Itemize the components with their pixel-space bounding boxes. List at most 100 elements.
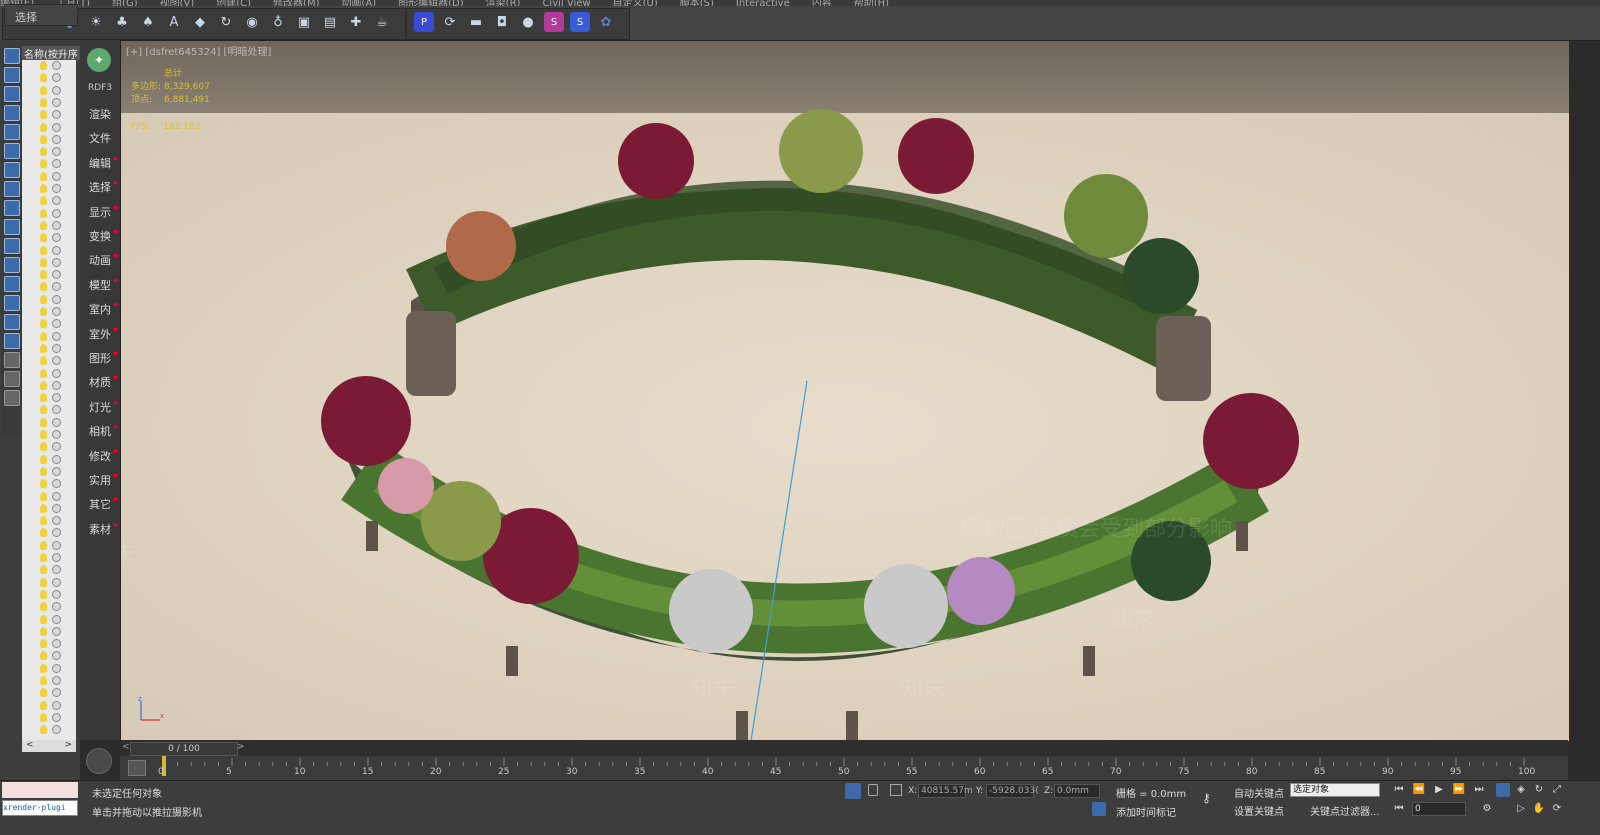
explorer-filter-icon[interactable] — [4, 295, 20, 311]
freeze-toggle-icon[interactable] — [52, 651, 61, 661]
explorer-filter-icon[interactable] — [4, 314, 20, 330]
list-item[interactable] — [22, 109, 76, 121]
explorer-filter-icon[interactable] — [4, 124, 20, 140]
rotate-icon[interactable]: ↻ — [216, 12, 236, 32]
visibility-bulb-icon[interactable] — [40, 528, 47, 538]
freeze-toggle-icon[interactable] — [52, 516, 61, 526]
visibility-bulb-icon[interactable] — [40, 491, 47, 501]
visibility-bulb-icon[interactable] — [40, 725, 47, 735]
plugin-menu-item[interactable]: 相机 — [80, 423, 120, 439]
visibility-bulb-icon[interactable] — [40, 356, 47, 366]
list-item[interactable] — [22, 675, 76, 687]
plugin-menu-item[interactable]: 图形 — [80, 350, 120, 366]
isolate-selection-icon[interactable] — [845, 783, 861, 799]
time-config-icon[interactable] — [86, 748, 112, 774]
play-icon[interactable]: ▶ — [1432, 783, 1446, 797]
y-coordinate-field[interactable]: -5928.033( — [986, 784, 1039, 798]
freeze-toggle-icon[interactable] — [52, 270, 61, 280]
visibility-bulb-icon[interactable] — [40, 454, 47, 464]
add-time-tag-button[interactable]: 添加时间标记 — [1116, 804, 1176, 819]
visibility-bulb-icon[interactable] — [40, 417, 47, 427]
next-frame-icon[interactable]: ⏩ — [1452, 783, 1466, 797]
perspective-viewport[interactable]: 保护区 画质会受到部分影响 知末 知末 知末 知末 — [120, 40, 1569, 741]
visibility-bulb-icon[interactable] — [40, 233, 47, 243]
freeze-toggle-icon[interactable] — [52, 196, 61, 206]
render-region-icon[interactable]: ✚ — [346, 12, 366, 32]
freeze-toggle-icon[interactable] — [52, 85, 61, 95]
list-item[interactable] — [22, 368, 76, 380]
plugin-logo-icon[interactable]: ✦ — [87, 48, 111, 72]
list-item[interactable] — [22, 540, 76, 552]
list-item[interactable] — [22, 404, 76, 416]
freeze-toggle-icon[interactable] — [52, 134, 61, 144]
freeze-toggle-icon[interactable] — [52, 159, 61, 169]
plugin-menu-item[interactable]: 渲染 — [80, 106, 120, 122]
visibility-bulb-icon[interactable] — [40, 553, 47, 562]
visibility-bulb-icon[interactable] — [40, 61, 47, 70]
plugin-menu-item[interactable]: 显示 — [80, 204, 120, 220]
plugin-menu-item[interactable]: 模型 — [80, 277, 120, 293]
freeze-toggle-icon[interactable] — [52, 712, 61, 722]
explorer-filter-icon[interactable] — [4, 200, 20, 216]
scene-object-list[interactable] — [22, 60, 76, 740]
visibility-bulb-icon[interactable] — [40, 159, 47, 169]
list-item[interactable] — [22, 491, 76, 503]
time-slider-bar[interactable] — [120, 740, 1568, 756]
plugin-menu-item[interactable]: 室外 — [80, 326, 120, 342]
freeze-toggle-icon[interactable] — [52, 380, 61, 390]
sun-icon[interactable]: ☀ — [86, 12, 106, 32]
list-item[interactable] — [22, 220, 76, 232]
freeze-toggle-icon[interactable] — [52, 430, 61, 439]
visibility-bulb-icon[interactable] — [40, 516, 47, 526]
key-filters-button[interactable]: 关键点过滤器... — [1310, 803, 1380, 818]
list-item[interactable] — [22, 134, 76, 146]
list-item[interactable] — [22, 245, 76, 257]
list-item[interactable] — [22, 158, 76, 170]
list-item[interactable] — [22, 392, 76, 404]
freeze-toggle-icon[interactable] — [52, 356, 61, 366]
list-item[interactable] — [22, 72, 76, 84]
walkthrough-icon[interactable]: ⟳ — [1550, 802, 1564, 816]
freeze-toggle-icon[interactable] — [52, 577, 61, 587]
plugin-menu-item[interactable]: 修改 — [80, 448, 120, 464]
time-config-button-icon[interactable]: ⚙ — [1480, 802, 1494, 816]
list-item[interactable] — [22, 171, 76, 183]
freeze-toggle-icon[interactable] — [52, 725, 61, 735]
plugin-menu-item[interactable]: 灯光 — [80, 399, 120, 415]
freeze-toggle-icon[interactable] — [52, 343, 61, 353]
render-frame-icon[interactable]: ▣ — [294, 12, 314, 32]
maxscript-input[interactable]: xrender-plugi — [2, 800, 78, 816]
list-item[interactable] — [22, 638, 76, 650]
list-item[interactable] — [22, 208, 76, 220]
list-item[interactable] — [22, 626, 76, 638]
list-item[interactable] — [22, 146, 76, 158]
visibility-bulb-icon[interactable] — [40, 171, 47, 181]
freeze-toggle-icon[interactable] — [52, 405, 61, 415]
list-item[interactable] — [22, 663, 76, 675]
visibility-bulb-icon[interactable] — [40, 626, 47, 636]
list-item[interactable] — [22, 466, 76, 478]
freeze-toggle-icon[interactable] — [52, 73, 61, 83]
freeze-toggle-icon[interactable] — [52, 700, 61, 710]
visibility-bulb-icon[interactable] — [40, 270, 47, 280]
auto-key-button[interactable]: 自动关键点 — [1234, 785, 1284, 800]
plugin-menu-item[interactable]: 材质 — [80, 374, 120, 390]
explorer-filter-icon[interactable] — [4, 48, 20, 64]
visibility-bulb-icon[interactable] — [40, 343, 47, 353]
visibility-bulb-icon[interactable] — [40, 245, 47, 255]
freeze-toggle-icon[interactable] — [52, 184, 61, 193]
freeze-toggle-icon[interactable] — [52, 208, 61, 218]
previous-frame-icon[interactable]: ⏪ — [1412, 783, 1426, 797]
paint-icon[interactable]: ◆ — [190, 12, 210, 32]
list-item[interactable] — [22, 478, 76, 490]
track-view-icon[interactable] — [128, 760, 146, 776]
freeze-toggle-icon[interactable] — [52, 233, 61, 243]
freeze-toggle-icon[interactable] — [52, 614, 61, 624]
list-item[interactable] — [22, 318, 76, 330]
list-item[interactable] — [22, 724, 76, 736]
visibility-bulb-icon[interactable] — [40, 712, 47, 722]
list-item[interactable] — [22, 232, 76, 244]
refresh-icon[interactable]: ⟳ — [440, 12, 460, 32]
capture-icon[interactable]: ◘ — [492, 12, 512, 32]
explorer-filter-icon[interactable] — [4, 238, 20, 254]
